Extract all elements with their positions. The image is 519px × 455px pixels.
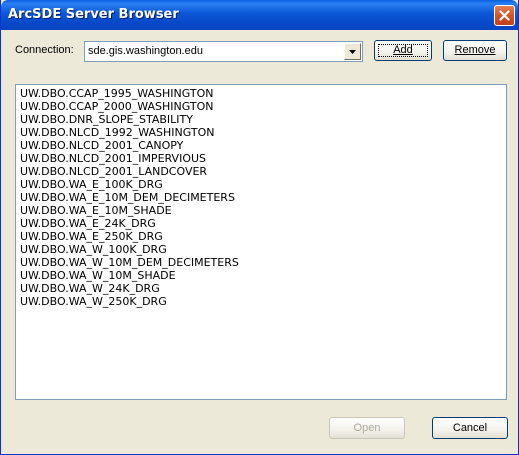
list-item[interactable]: UW.DBO.CCAP_1995_WASHINGTON (20, 87, 213, 100)
list-item[interactable]: UW.DBO.NLCD_1992_WASHINGTON (20, 126, 214, 139)
list-item[interactable]: UW.DBO.NLCD_2001_CANOPY (20, 139, 183, 152)
connection-label: Connection: (15, 44, 74, 56)
list-item[interactable]: UW.DBO.WA_W_10M_SHADE (20, 269, 176, 282)
close-icon (499, 10, 510, 21)
open-button[interactable]: Open (329, 417, 405, 439)
list-item[interactable]: UW.DBO.WA_W_100K_DRG (20, 243, 167, 256)
list-item[interactable]: UW.DBO.CCAP_2000_WASHINGTON (20, 100, 213, 113)
list-item[interactable]: UW.DBO.WA_W_10M_DEM_DECIMETERS (20, 256, 239, 269)
title-bar[interactable]: ArcSDE Server Browser (1, 0, 518, 30)
list-item[interactable]: UW.DBO.WA_E_250K_DRG (20, 230, 163, 243)
list-item[interactable]: UW.DBO.WA_W_250K_DRG (20, 295, 167, 308)
remove-button[interactable]: Remove (443, 40, 507, 61)
list-item[interactable]: UW.DBO.WA_E_100K_DRG (20, 178, 163, 191)
list-item[interactable]: UW.DBO.NLCD_2001_IMPERVIOUS (20, 152, 206, 165)
connection-dropdown[interactable]: sde.gis.washington.edu (84, 41, 363, 62)
list-item[interactable]: UW.DBO.WA_E_10M_DEM_DECIMETERS (20, 191, 235, 204)
add-button[interactable]: Add (374, 40, 432, 61)
list-item[interactable]: UW.DBO.WA_E_10M_SHADE (20, 204, 172, 217)
cancel-button[interactable]: Cancel (432, 417, 508, 439)
list-item[interactable]: UW.DBO.NLCD_2001_LANDCOVER (20, 165, 207, 178)
connection-value: sde.gis.washington.edu (88, 45, 203, 57)
dropdown-button[interactable] (344, 43, 361, 60)
arcsde-server-browser-dialog: ArcSDE Server Browser Connection: sde.gi… (0, 0, 519, 455)
cancel-button-label: Cancel (452, 422, 488, 434)
chevron-down-icon (349, 50, 356, 54)
list-item[interactable]: UW.DBO.WA_W_24K_DRG (20, 282, 160, 295)
list-item[interactable]: UW.DBO.WA_E_24K_DRG (20, 217, 156, 230)
remove-button-label: Remove (454, 44, 496, 56)
close-button[interactable] (494, 5, 515, 26)
open-button-label: Open (353, 422, 381, 434)
focus-rectangle (378, 44, 428, 57)
list-item[interactable]: UW.DBO.DNR_SLOPE_STABILITY (20, 113, 193, 126)
layer-list[interactable]: UW.DBO.CCAP_1995_WASHINGTON UW.DBO.CCAP_2… (15, 84, 507, 400)
window-title: ArcSDE Server Browser (8, 7, 179, 22)
